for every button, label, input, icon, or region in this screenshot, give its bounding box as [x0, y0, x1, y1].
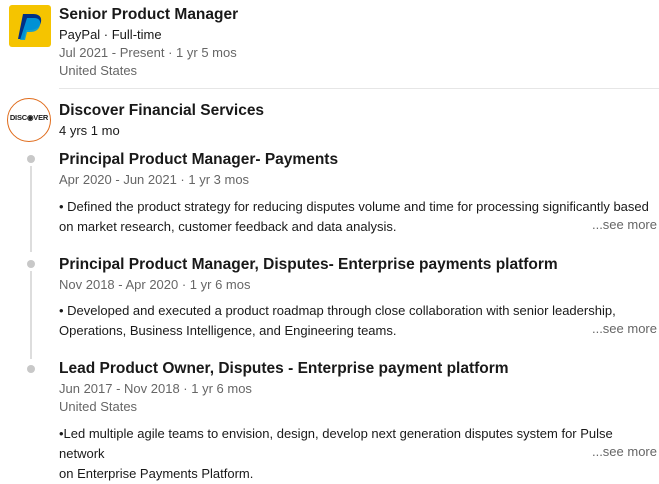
- role-description: • Defined the product strategy for reduc…: [59, 197, 659, 237]
- role-dates: Apr 2020 - Jun 2021 · 1 yr 3 mos: [59, 172, 250, 187]
- see-more-link[interactable]: ...see more: [592, 321, 657, 336]
- role-title[interactable]: Principal Product Manager, Disputes- Ent…: [59, 256, 558, 274]
- timeline-dot: [27, 260, 35, 268]
- role-description-line: •Led multiple agile teams to envision, d…: [59, 426, 613, 461]
- paypal-dates: Jul 2021 - Present · 1 yr 5 mos: [59, 45, 237, 60]
- role-description: • Developed and executed a product roadm…: [59, 301, 659, 341]
- timeline-dot: [27, 365, 35, 373]
- discover-tenure: 4 yrs 1 mo: [59, 123, 120, 138]
- role-title[interactable]: Lead Product Owner, Disputes - Enterpris…: [59, 360, 509, 378]
- role-title[interactable]: Principal Product Manager- Payments: [59, 151, 338, 169]
- role-location: United States: [59, 399, 138, 414]
- discover-logo-text: DISC◉VER: [9, 113, 49, 122]
- discover-logo[interactable]: DISC◉VER: [7, 98, 51, 142]
- paypal-role-title[interactable]: Senior Product Manager: [59, 6, 238, 24]
- section-divider: [59, 88, 659, 89]
- role-description-line: Operations, Business Intelligence, and E…: [59, 323, 397, 338]
- see-more-link[interactable]: ...see more: [592, 217, 657, 232]
- role-dates: Jun 2017 - Nov 2018 · 1 yr 6 mos: [59, 381, 252, 396]
- role-description-line: • Developed and executed a product roadm…: [59, 303, 616, 318]
- paypal-location: United States: [59, 63, 138, 78]
- role-dates: Nov 2018 - Apr 2020 · 1 yr 6 mos: [59, 277, 251, 292]
- paypal-company-line: PayPal · Full-time: [59, 27, 162, 42]
- role-description-line: • Defined the product strategy for reduc…: [59, 199, 649, 214]
- see-more-link[interactable]: ...see more: [592, 444, 657, 459]
- role-description-line: on market research, customer feedback an…: [59, 219, 397, 234]
- role-description: •Led multiple agile teams to envision, d…: [59, 424, 659, 484]
- timeline-dot: [27, 155, 35, 163]
- discover-company-name[interactable]: Discover Financial Services: [59, 102, 264, 120]
- paypal-logo[interactable]: [9, 5, 51, 47]
- role-description-line: on Enterprise Payments Platform.: [59, 466, 254, 481]
- paypal-icon: [18, 14, 42, 40]
- timeline-line: [30, 166, 32, 252]
- timeline-line: [30, 271, 32, 359]
